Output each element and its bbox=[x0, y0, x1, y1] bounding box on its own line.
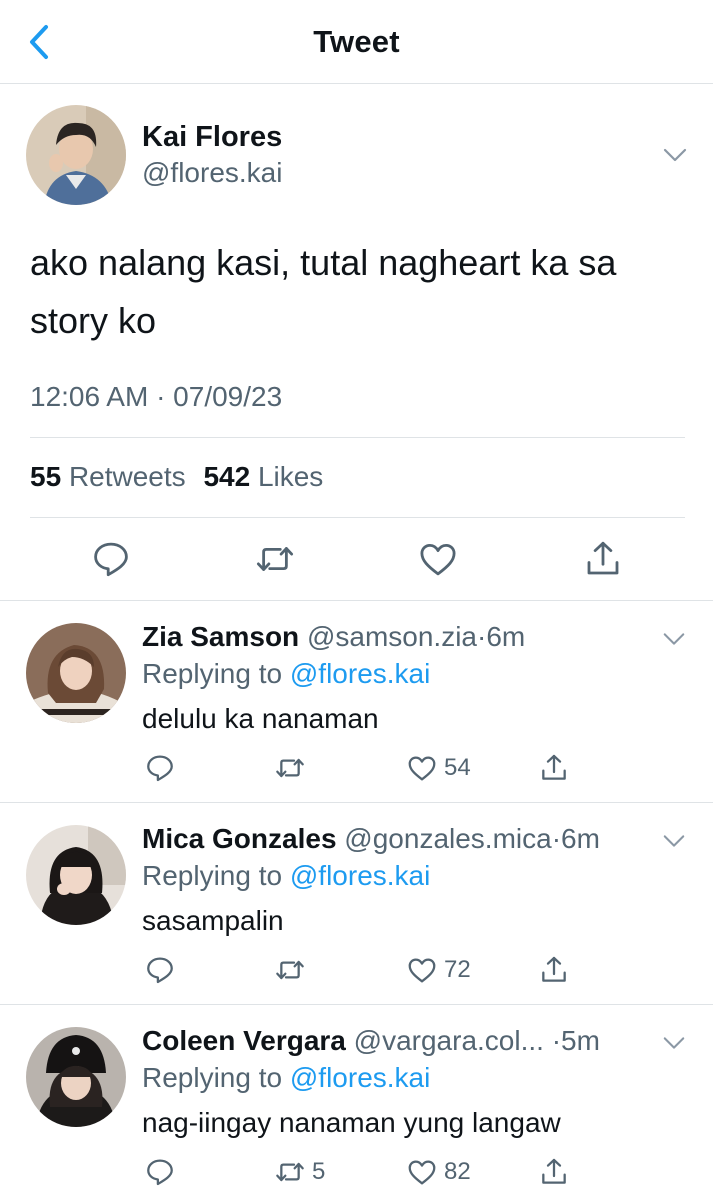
reply-options-button[interactable] bbox=[662, 829, 686, 853]
replying-to-label: Replying to bbox=[142, 1062, 283, 1093]
like-icon bbox=[420, 543, 456, 576]
chevron-down-icon bbox=[663, 835, 685, 847]
share-icon bbox=[542, 754, 566, 780]
reply-tweet[interactable]: Zia Samson @samson.zia·6m Replying to @f… bbox=[0, 601, 713, 803]
reply-author-name[interactable]: Mica Gonzales bbox=[142, 823, 337, 854]
reply-text: sasampalin bbox=[142, 905, 284, 936]
likes-stat[interactable]: 542 Likes bbox=[203, 461, 323, 492]
chevron-down-icon bbox=[663, 1037, 685, 1049]
reply-text: delulu ka nanaman bbox=[142, 703, 379, 734]
replying-to-mention[interactable]: @flores.kai bbox=[290, 658, 430, 689]
avatar-image bbox=[26, 105, 126, 205]
tweet-options-button[interactable] bbox=[662, 142, 688, 168]
reply-icon bbox=[147, 957, 173, 984]
avatar[interactable] bbox=[26, 623, 126, 723]
author-handle[interactable]: @flores.kai bbox=[142, 157, 282, 189]
reply-icon bbox=[94, 542, 128, 577]
reply-author-name[interactable]: Zia Samson bbox=[142, 621, 299, 652]
replying-to-label: Replying to bbox=[142, 658, 283, 689]
reply-author-handle[interactable]: @samson.zia bbox=[307, 621, 477, 652]
reply-button[interactable] bbox=[144, 1155, 176, 1189]
retweet-count: 5 bbox=[312, 1158, 326, 1185]
like-icon bbox=[408, 756, 436, 781]
retweet-icon bbox=[276, 960, 304, 980]
share-button[interactable] bbox=[538, 751, 570, 785]
reply-author-name[interactable]: Coleen Vergara bbox=[142, 1025, 346, 1056]
share-button[interactable] bbox=[538, 1155, 570, 1189]
reply-icon bbox=[147, 755, 173, 782]
avatar[interactable] bbox=[26, 1027, 126, 1127]
like-count: 72 bbox=[444, 956, 471, 983]
separator-dot: · bbox=[551, 1025, 562, 1056]
replying-to-label: Replying to bbox=[142, 860, 283, 891]
tweet-timestamp[interactable]: 12:06 AM · 07/09/23 bbox=[30, 381, 282, 413]
chevron-down-icon bbox=[663, 148, 687, 162]
avatar-image bbox=[26, 825, 126, 925]
like-button[interactable] bbox=[417, 538, 459, 580]
retweet-icon bbox=[276, 758, 304, 778]
retweet-button[interactable] bbox=[254, 538, 296, 580]
share-icon bbox=[587, 541, 619, 575]
retweet-button[interactable] bbox=[274, 953, 312, 987]
avatar-image bbox=[26, 1027, 126, 1127]
reply-tweet[interactable]: Coleen Vergara @vargara.col... ·5m Reply… bbox=[0, 1005, 713, 1200]
reply-icon bbox=[147, 1159, 173, 1186]
reply-header: Coleen Vergara @vargara.col... ·5m bbox=[142, 1025, 652, 1057]
like-count: 542 bbox=[203, 461, 251, 492]
reply-options-button[interactable] bbox=[662, 627, 686, 651]
reply-header: Mica Gonzales @gonzales.mica·6m bbox=[142, 823, 652, 855]
like-icon bbox=[408, 958, 436, 983]
like-button[interactable]: 72 bbox=[406, 953, 471, 987]
avatar[interactable] bbox=[26, 825, 126, 925]
reply-header: Zia Samson @samson.zia·6m bbox=[142, 621, 652, 653]
avatar-image bbox=[26, 623, 126, 723]
reply-tweet[interactable]: Mica Gonzales @gonzales.mica·6m Replying… bbox=[0, 803, 713, 1005]
chevron-down-icon bbox=[663, 633, 685, 645]
retweets-stat[interactable]: 55 Retweets bbox=[30, 461, 186, 492]
like-icon bbox=[408, 1160, 436, 1185]
replying-to: Replying to @flores.kai bbox=[142, 658, 430, 690]
tweet-stats: 55 Retweets 542 Likes bbox=[30, 461, 323, 493]
replying-to: Replying to @flores.kai bbox=[142, 860, 430, 892]
avatar[interactable] bbox=[26, 105, 126, 205]
share-button[interactable] bbox=[538, 953, 570, 987]
page-title: Tweet bbox=[313, 24, 400, 59]
like-count: 82 bbox=[444, 1158, 471, 1185]
reply-time: 6m bbox=[561, 823, 600, 854]
share-icon bbox=[542, 1158, 566, 1184]
share-icon bbox=[542, 956, 566, 982]
share-button[interactable] bbox=[582, 538, 624, 580]
retweet-count: 55 bbox=[30, 461, 62, 492]
top-bar: Tweet bbox=[0, 0, 713, 84]
reply-author-handle[interactable]: @vargara.col... bbox=[354, 1025, 544, 1056]
replying-to-mention[interactable]: @flores.kai bbox=[290, 860, 430, 891]
reply-button[interactable] bbox=[144, 751, 176, 785]
like-count: 54 bbox=[444, 754, 471, 781]
separator-dot: · bbox=[477, 621, 487, 652]
reply-button[interactable] bbox=[144, 953, 176, 987]
like-button[interactable]: 54 bbox=[406, 751, 471, 785]
retweet-button[interactable]: 5 bbox=[274, 1155, 325, 1189]
divider bbox=[30, 517, 685, 518]
reply-time: 5m bbox=[561, 1025, 600, 1056]
separator-dot: · bbox=[551, 823, 562, 854]
reply-author-handle[interactable]: @gonzales.mica bbox=[344, 823, 551, 854]
reply-options-button[interactable] bbox=[662, 1031, 686, 1055]
reply-text: nag-iingay nanaman yung langaw bbox=[142, 1107, 561, 1138]
retweet-button[interactable] bbox=[274, 751, 312, 785]
reply-time: 6m bbox=[486, 621, 526, 652]
replying-to-mention[interactable]: @flores.kai bbox=[290, 1062, 430, 1093]
retweet-label: Retweets bbox=[68, 461, 186, 492]
retweet-icon bbox=[276, 1162, 304, 1182]
divider bbox=[30, 437, 685, 438]
author-name[interactable]: Kai Flores bbox=[142, 121, 282, 154]
reply-button[interactable] bbox=[90, 538, 132, 580]
retweet-icon bbox=[256, 547, 294, 571]
like-label: Likes bbox=[257, 461, 324, 492]
tweet-text: ako nalang kasi, tutal nagheart ka sa st… bbox=[30, 242, 617, 341]
replying-to: Replying to @flores.kai bbox=[142, 1062, 430, 1094]
like-button[interactable]: 82 bbox=[406, 1155, 471, 1189]
